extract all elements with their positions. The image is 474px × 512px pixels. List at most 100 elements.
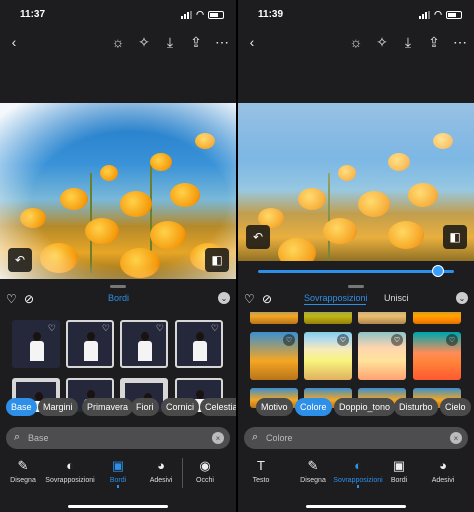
compare-icon[interactable]: ◧ [205,248,229,272]
search-bar: ⌕ × [6,427,230,449]
overlay-icon: ◐ [66,458,74,473]
undo-icon[interactable]: ↶ [8,248,32,272]
chip-doppio-tono[interactable]: Doppio_tono [334,398,396,416]
border-icon: ▣ [392,458,406,473]
brush-icon: ✎ [17,458,29,473]
tab-sovrapposizioni[interactable]: ◐ Sovrapposizioni [42,458,98,484]
tab-bordi[interactable]: Bordi [108,293,129,303]
overlay-thumbnail[interactable] [304,312,352,324]
no-icon[interactable]: ⊘ [262,292,272,306]
bulb-icon[interactable]: ☼ [346,32,366,52]
compare-icon[interactable]: ◧ [443,225,467,249]
vignette-border [0,103,236,279]
chevron-down-icon[interactable]: ⌄ [456,292,468,304]
active-indicator [117,485,119,488]
status-icons: ◠ [419,9,462,20]
text-icon: T [257,458,265,473]
share-icon[interactable]: ⇪ [186,32,206,52]
more-icon[interactable]: ⋯ [450,32,470,52]
overlay-thumbnail[interactable]: ♡ [413,332,461,380]
tab-disegna[interactable]: ✎ Disegna [0,458,46,484]
sticker-icon: ◕ [157,458,165,473]
heart-icon[interactable]: ♡ [337,334,349,346]
chip-colore[interactable]: Colore [295,398,332,416]
thumbnail[interactable]: ♡ [12,320,60,368]
thumbnail[interactable]: ♡ [66,320,114,368]
heart-icon[interactable]: ♡ [283,334,295,346]
wifi-icon: ◠ [434,9,442,19]
overlay-thumbnail[interactable] [358,312,406,324]
battery-icon [208,10,224,19]
search-input[interactable] [266,430,416,446]
tab-unisci[interactable]: Unisci [384,293,409,303]
magic-wand-icon[interactable]: ✧ [372,32,392,52]
bottom-toolbar: T Testo ✎ Disegna ◐ Sovrapposizioni ▣ Bordi … [238,455,474,495]
chip-cornici[interactable]: Cornici [161,398,200,416]
search-icon: ⌕ [252,431,259,443]
status-bar: 11:37 ◠ [0,0,236,28]
tab-adesivi[interactable]: ◕ Adesivi [420,458,466,484]
status-time: 11:39 [258,9,284,20]
chip-primavera[interactable]: Primavera [82,398,134,416]
home-indicator[interactable] [68,505,168,508]
search-bar: ⌕ × [244,427,468,449]
chip-base[interactable]: Base [6,398,37,416]
top-toolbar: ‹ ☼ ✧ ⤓ ⇪ ⋯ [238,28,474,56]
back-arrow-icon[interactable]: ‹ [4,32,24,52]
tab-bordi-bottom[interactable]: ▣ Bordi [376,458,422,484]
thumbnail-grid: ♡ ♡ ♡ ♡ [0,312,236,412]
chip-celestiali[interactable]: Celestiali [200,398,236,416]
undo-icon[interactable]: ↶ [246,225,270,249]
bulb-icon[interactable]: ☼ [108,32,128,52]
intensity-slider[interactable] [258,270,454,273]
photo-preview[interactable]: ↶ ◧ [238,103,474,261]
slider-knob[interactable] [432,265,445,277]
heart-icon[interactable]: ♡ [391,334,403,346]
battery-icon [446,10,462,19]
overlay-thumbnail[interactable] [250,312,298,324]
back-arrow-icon[interactable]: ‹ [242,32,262,52]
category-chips: Motivo Colore Doppio_tono Disturbo Cielo [238,398,474,418]
magic-wand-icon[interactable]: ✧ [134,32,154,52]
thumbnail[interactable]: ♡ [120,320,168,368]
heart-icon[interactable]: ♡ [6,292,17,306]
overlay-effect [238,103,474,261]
download-icon[interactable]: ⤓ [160,32,180,52]
overlay-thumbnail[interactable] [413,312,461,324]
chip-disturbo[interactable]: Disturbo [394,398,438,416]
home-indicator[interactable] [306,505,406,508]
chip-cielo[interactable]: Cielo [440,398,471,416]
eye-icon: ◉ [199,458,211,473]
more-icon[interactable]: ⋯ [212,32,232,52]
overlay-grid: ♡ ♡ ♡ ♡ [238,312,474,412]
overlay-thumbnail[interactable]: ♡ [358,332,406,380]
tab-testo[interactable]: T Testo [238,458,284,484]
share-icon[interactable]: ⇪ [424,32,444,52]
photo-preview[interactable]: ↶ ◧ [0,103,236,279]
panel-handle[interactable] [110,285,126,288]
bottom-toolbar: ✎ Disegna ◐ Sovrapposizioni ▣ Bordi ◕ Adesiv… [0,455,236,495]
tab-bordi-bottom[interactable]: ▣ Bordi [95,458,141,488]
overlay-thumbnail[interactable]: ♡ [250,332,298,380]
overlay-thumbnail[interactable]: ♡ [304,332,352,380]
no-icon[interactable]: ⊘ [24,292,34,306]
clear-icon[interactable]: × [212,432,224,444]
panel-header: ♡ ⊘ Bordi ⌄ [0,290,236,308]
chevron-down-icon[interactable]: ⌄ [218,292,230,304]
tab-adesivi[interactable]: ◕ Adesivi [138,458,184,484]
chip-margini[interactable]: Margini [38,398,78,416]
tab-sovrapposizioni-panel[interactable]: Sovrapposizioni [304,293,368,303]
thumbnail[interactable]: ♡ [175,320,223,368]
heart-icon[interactable]: ♡ [244,292,255,306]
status-time: 11:37 [20,9,46,20]
status-bar: 11:39 ◠ [238,0,474,28]
heart-icon[interactable]: ♡ [446,334,458,346]
chip-motivo[interactable]: Motivo [256,398,293,416]
panel-handle[interactable] [348,285,364,288]
search-input[interactable] [28,430,178,446]
clear-icon[interactable]: × [450,432,462,444]
tab-occhi[interactable]: ◉ Occhi [182,458,228,484]
chip-fiori[interactable]: Fiori [131,398,159,416]
toolbar-divider [182,458,183,488]
download-icon[interactable]: ⤓ [398,32,418,52]
